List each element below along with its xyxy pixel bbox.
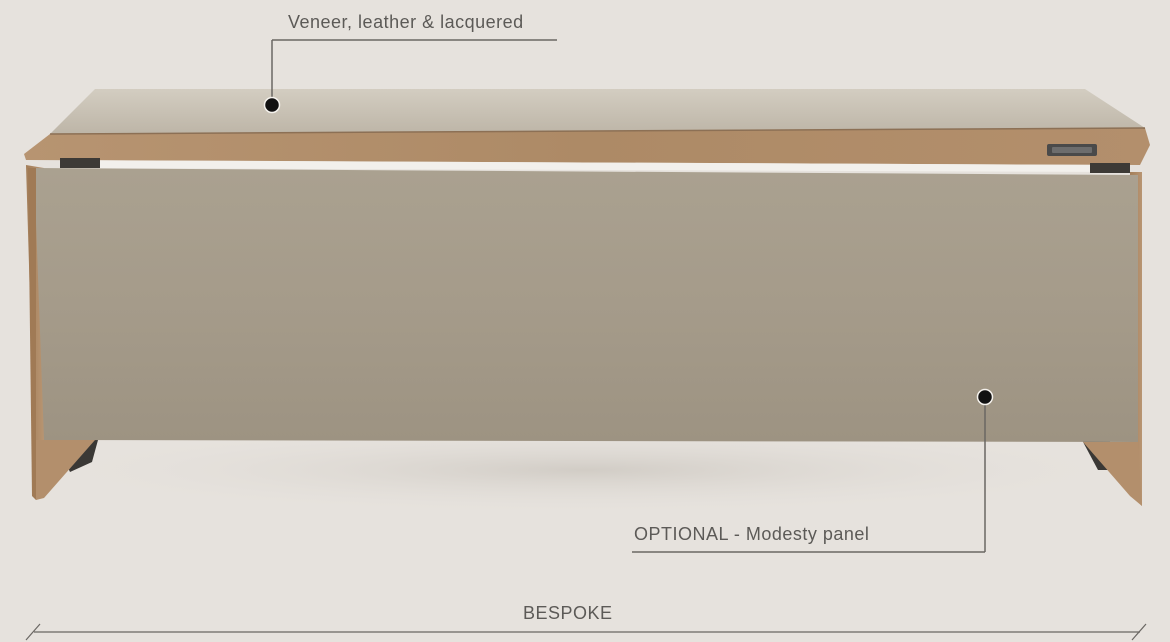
top-finish-label: Veneer, leather & lacquered xyxy=(288,12,524,32)
left-bracket xyxy=(60,158,100,168)
modesty-panel-dot xyxy=(976,388,994,406)
desk-illustration xyxy=(24,39,1150,641)
top-finish-dot xyxy=(263,96,281,114)
right-bracket xyxy=(1090,163,1130,173)
modesty-panel-label: OPTIONAL - Modesty panel xyxy=(634,524,870,544)
cable-port-inner xyxy=(1052,147,1092,153)
desk-top-surface xyxy=(50,89,1145,134)
left-leg-edge xyxy=(28,168,36,500)
width-dimension-label: BESPOKE xyxy=(523,603,613,623)
product-illustration: Veneer, leather & lacquered OPTIONAL - M… xyxy=(0,0,1170,642)
modesty-panel xyxy=(34,168,1138,442)
